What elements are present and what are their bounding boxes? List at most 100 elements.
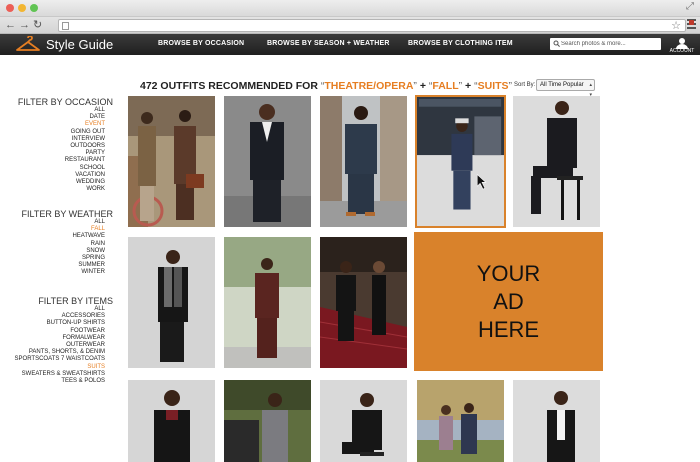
filter-weather-option[interactable]: ALL [72, 219, 105, 226]
filter-occasion-option[interactable]: WEDDING [65, 179, 105, 186]
sort-select[interactable]: All Time Popular ▴ ▾ [536, 79, 595, 98]
extension-badge-icon [689, 20, 694, 25]
outfit-photo-image [320, 380, 407, 462]
outfit-photo-image [417, 97, 504, 226]
sort-by-label: Sort By: [514, 82, 536, 88]
filter-items-option[interactable]: FORMALWEAR [15, 335, 105, 342]
account-button[interactable]: ACCOUNT [668, 36, 696, 55]
nav-browse-occasion[interactable]: BROWSE BY OCCASION [158, 40, 244, 47]
outfit-photo-image [128, 380, 215, 462]
site-navbar: Style Guide BROWSE BY OCCASION BROWSE BY… [0, 34, 700, 55]
account-label: ACCOUNT [669, 48, 695, 54]
nav-browse-season-weather[interactable]: BROWSE BY SEASON + WEATHER [267, 40, 390, 47]
search-input[interactable] [561, 39, 659, 49]
filter-items-title: FILTER BY ITEMS [38, 296, 113, 306]
filter-occasion-option[interactable]: SCHOOL [65, 165, 105, 172]
outfit-photo[interactable] [224, 237, 311, 368]
outfit-photo[interactable] [128, 380, 215, 462]
outfit-photo-image [224, 380, 311, 462]
search-icon [553, 40, 560, 47]
filter-occasion-option[interactable]: GOING OUT [65, 129, 105, 136]
plus-sign: + [462, 80, 475, 92]
outfit-photo[interactable] [128, 237, 215, 368]
filter-items-option[interactable]: ALL [15, 306, 105, 313]
filter-weather-list: ALL FALL HEATWAVE RAIN SNOW SPRING SUMMER WINTE… [72, 219, 105, 277]
outfit-photo[interactable] [417, 380, 504, 462]
outfit-photo-image [320, 96, 407, 227]
filter-occasion-option[interactable]: OUTDOORS [65, 143, 105, 150]
filter-occasion-title: FILTER BY OCCASION [17, 97, 113, 107]
outfit-photo[interactable] [224, 380, 311, 462]
page-icon [62, 22, 69, 30]
address-bar[interactable]: ☆ [58, 19, 686, 32]
filter-weather-option[interactable]: SNOW [72, 248, 105, 255]
browser-menu-icon[interactable] [687, 19, 696, 31]
filter-items-option[interactable]: SPORTSCOATS 7 WAISTCOATS [15, 356, 105, 363]
outfit-photo[interactable] [513, 96, 600, 227]
filter-occasion-option[interactable]: VACATION [65, 172, 105, 179]
outfit-photo[interactable] [320, 96, 407, 227]
filter-items-option[interactable]: PANTS, SHORTS, & DENIM [15, 349, 105, 356]
filter-items-option[interactable]: SUITS [15, 364, 105, 371]
filter-weather-option[interactable]: HEATWAVE [72, 233, 105, 240]
filter-items-option[interactable]: ACCESSORIES [15, 313, 105, 320]
filter-weather-option[interactable]: FALL [72, 226, 105, 233]
filter-items-option[interactable]: OUTERWEAR [15, 342, 105, 349]
outfit-photo-image [320, 237, 407, 368]
site-logo-text[interactable]: Style Guide [46, 37, 113, 52]
filter-occasion-option[interactable]: WORK [65, 186, 105, 193]
browser-toolbar: ← → ↻ ☆ [0, 17, 700, 34]
filter-occasion-option[interactable]: RESTAURANT [65, 157, 105, 164]
filter-weather-option[interactable]: WINTER [72, 269, 105, 276]
outfit-photo[interactable] [224, 96, 311, 227]
back-arrow-icon[interactable]: ← [5, 18, 16, 32]
filter-items-option[interactable]: TEES & POLOS [15, 378, 105, 385]
reload-icon[interactable]: ↻ [33, 18, 42, 32]
maximize-window-button[interactable] [30, 4, 38, 12]
filter-occasion-option[interactable]: DATE [65, 114, 105, 121]
outfit-photo-image [513, 380, 600, 462]
outfit-photo-image [417, 380, 504, 462]
minimize-window-button[interactable] [18, 4, 26, 12]
filter-weather-option[interactable]: RAIN [72, 241, 105, 248]
outfit-photo[interactable] [513, 380, 600, 462]
forward-arrow-icon[interactable]: → [19, 18, 30, 32]
quote-mark: ” [508, 80, 513, 92]
outfit-photo-image [128, 237, 215, 368]
filter-occasion-option[interactable]: PARTY [65, 150, 105, 157]
filter-occasion-option[interactable]: ALL [65, 107, 105, 114]
ad-placeholder[interactable]: YOUR AD HERE [414, 232, 603, 371]
heading-term-occasion: THEATRE/OPERA [324, 80, 414, 92]
filter-items-option[interactable]: FOOTWEAR [15, 328, 105, 335]
outfit-photo[interactable] [128, 96, 215, 227]
close-window-button[interactable] [6, 4, 14, 12]
filter-items-list: ALL ACCESSORIES BUTTON-UP SHIRTS FOOTWEAR FO… [15, 306, 105, 385]
filter-items-option[interactable]: BUTTON-UP SHIRTS [15, 320, 105, 327]
site-search[interactable] [550, 38, 661, 50]
heading-term-item: SUITS [477, 80, 509, 92]
filter-occasion-list: ALL DATE EVENT GOING OUT INTERVIEW OUTDOORS PA… [65, 107, 105, 193]
results-heading: 472 OUTFITS RECOMMENDED FOR “THEATRE/OPE… [140, 80, 512, 92]
outfit-photo[interactable] [320, 237, 407, 368]
outfit-photo-selected[interactable] [415, 95, 506, 228]
nav-browse-clothing-item[interactable]: BROWSE BY CLOTHING ITEM [408, 40, 513, 47]
ad-text: YOUR AD HERE [476, 261, 541, 342]
outfit-photo-image [224, 237, 311, 368]
outfit-photo[interactable] [320, 380, 407, 462]
filter-occasion-option[interactable]: INTERVIEW [65, 136, 105, 143]
plus-sign: + [416, 80, 429, 92]
filter-weather-option[interactable]: SUMMER [72, 262, 105, 269]
hanger-logo-icon[interactable] [15, 36, 41, 53]
window-titlebar: ⤢ [0, 0, 700, 17]
outfit-photo-image [128, 96, 215, 227]
outfit-photo-image [224, 96, 311, 227]
filter-weather-option[interactable]: SPRING [72, 255, 105, 262]
outfit-photo-image [513, 96, 600, 227]
filter-occasion-option[interactable]: EVENT [65, 121, 105, 128]
results-count-text: 472 OUTFITS RECOMMENDED FOR [140, 80, 321, 92]
bookmark-star-icon[interactable]: ☆ [671, 19, 681, 32]
filter-items-option[interactable]: SWEATERS & SWEATSHIRTS [15, 371, 105, 378]
fullscreen-icon[interactable]: ⤢ [686, 1, 694, 12]
heading-term-weather: FALL [432, 80, 459, 92]
sort-selected-value: All Time Popular [540, 82, 584, 88]
